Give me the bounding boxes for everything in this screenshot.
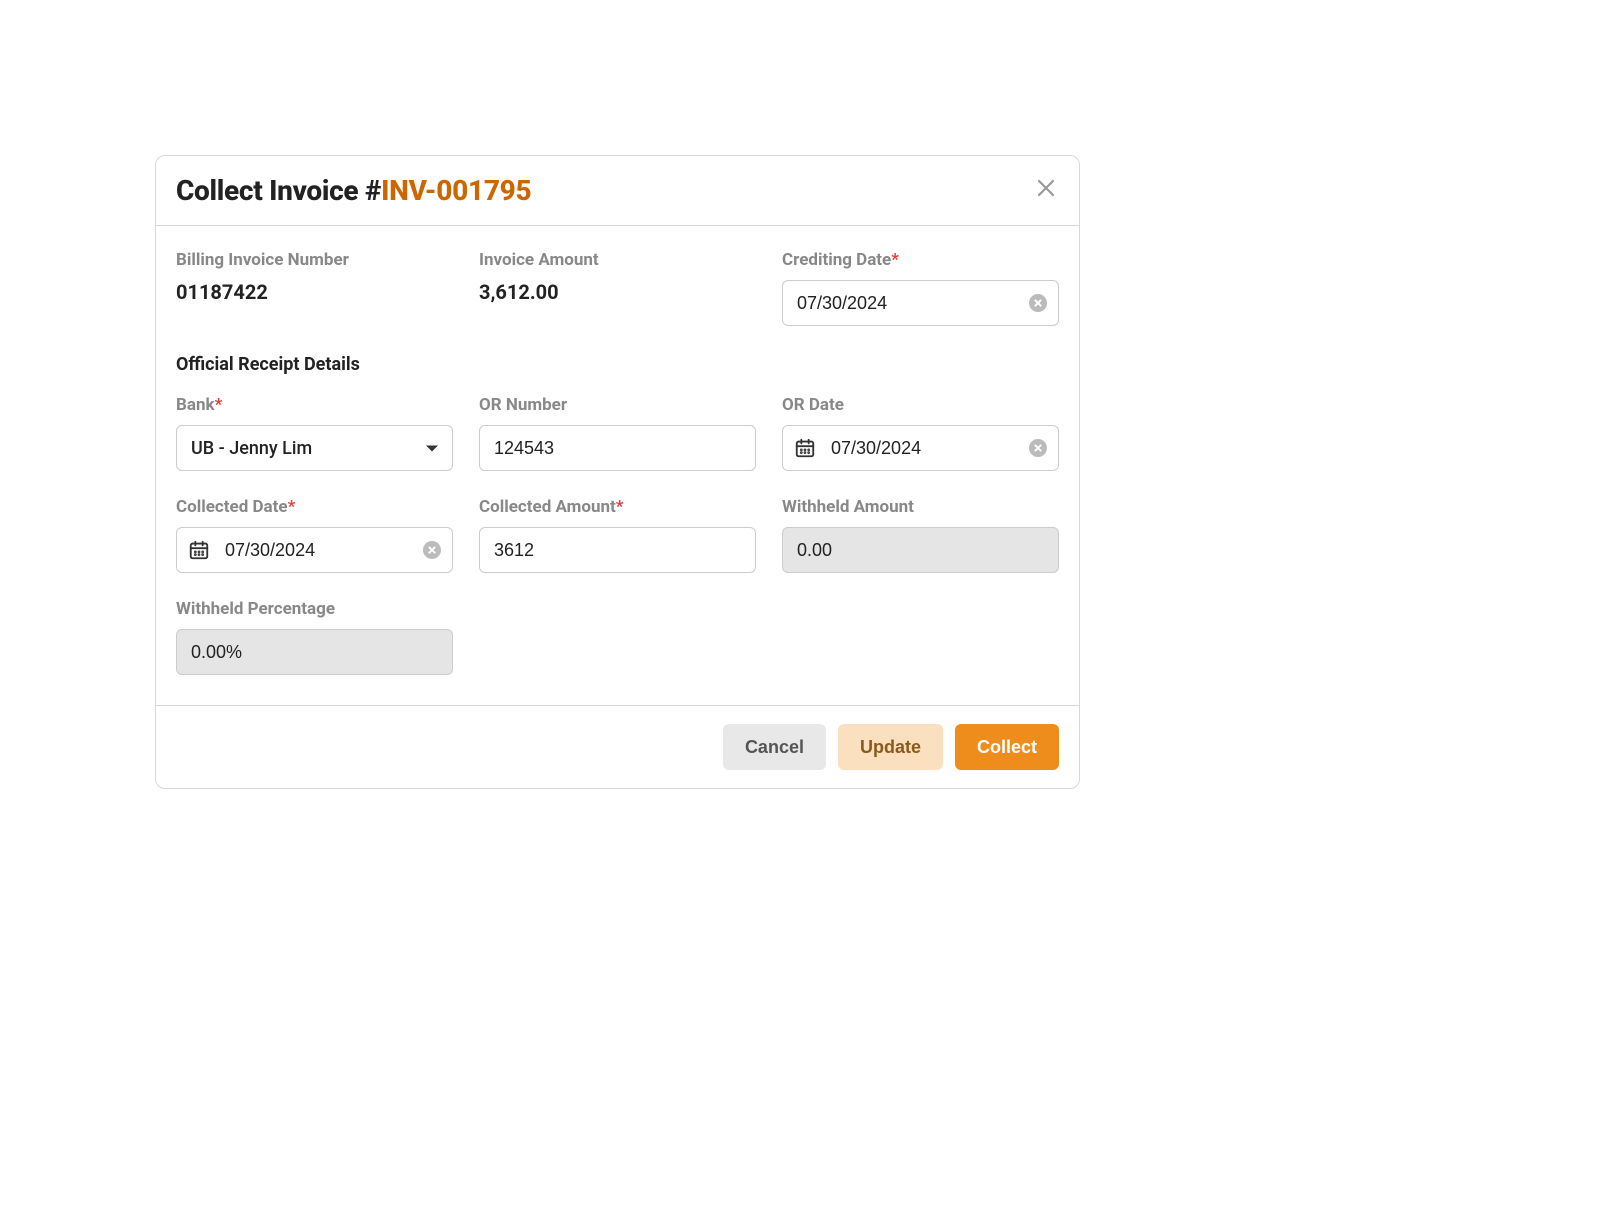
bank-select[interactable]: UB - Jenny Lim [176,425,453,471]
withheld-percentage-wrapper [176,629,453,675]
close-icon [1037,178,1055,203]
modal-header: Collect Invoice #INV-001795 [156,156,1079,226]
collected-date-input[interactable] [176,527,453,573]
billing-invoice-number-value: 01187422 [176,280,453,304]
collected-date-wrapper [176,527,453,573]
collected-date-label: Collected Date* [176,497,453,517]
collected-date-group: Collected Date* [176,497,453,573]
withheld-percentage-group: Withheld Percentage [176,599,453,675]
bank-group: Bank* UB - Jenny Lim [176,395,453,471]
modal-body: Billing Invoice Number 01187422 Invoice … [156,226,1079,705]
crediting-date-clear-button[interactable] [1029,294,1047,312]
invoice-amount-group: Invoice Amount 3,612.00 [479,250,756,326]
cancel-button[interactable]: Cancel [723,724,826,770]
collected-date-clear-button[interactable] [423,541,441,559]
billing-invoice-number-label: Billing Invoice Number [176,250,453,270]
or-number-label: OR Number [479,395,756,415]
or-date-label: OR Date [782,395,1059,415]
or-date-group: OR Date [782,395,1059,471]
bank-label: Bank* [176,395,453,415]
collect-invoice-modal: Collect Invoice #INV-001795 Billing Invo… [155,155,1080,789]
or-date-clear-button[interactable] [1029,439,1047,457]
or-date-wrapper [782,425,1059,471]
withheld-percentage-label: Withheld Percentage [176,599,453,619]
withheld-percentage-input [176,629,453,675]
form-grid: Billing Invoice Number 01187422 Invoice … [176,250,1059,675]
withheld-amount-input [782,527,1059,573]
withheld-amount-wrapper [782,527,1059,573]
invoice-id: INV-001795 [381,174,531,207]
invoice-amount-label: Invoice Amount [479,250,756,270]
collected-amount-input[interactable] [479,527,756,573]
billing-invoice-number-group: Billing Invoice Number 01187422 [176,250,453,326]
close-button[interactable] [1033,175,1059,206]
clear-icon [423,541,441,559]
crediting-date-input[interactable] [782,280,1059,326]
bank-select-wrapper: UB - Jenny Lim [176,425,453,471]
required-asterisk: * [288,497,296,517]
required-asterisk: * [215,395,223,415]
or-number-input[interactable] [479,425,756,471]
title-prefix: Collect Invoice # [176,174,381,207]
required-asterisk: * [616,497,624,517]
withheld-amount-group: Withheld Amount [782,497,1059,573]
or-date-input[interactable] [782,425,1059,471]
collected-amount-label: Collected Amount* [479,497,756,517]
collected-amount-group: Collected Amount* [479,497,756,573]
or-number-wrapper [479,425,756,471]
clear-icon [1029,294,1047,312]
invoice-amount-value: 3,612.00 [479,280,756,304]
required-asterisk: * [891,250,899,270]
official-receipt-details-title: Official Receipt Details [176,354,1059,375]
modal-footer: Cancel Update Collect [156,705,1079,788]
collected-amount-wrapper [479,527,756,573]
or-number-group: OR Number [479,395,756,471]
crediting-date-wrapper [782,280,1059,326]
modal-title: Collect Invoice #INV-001795 [176,174,531,207]
clear-icon [1029,439,1047,457]
update-button[interactable]: Update [838,724,943,770]
withheld-amount-label: Withheld Amount [782,497,1059,517]
crediting-date-group: Crediting Date* [782,250,1059,326]
crediting-date-label: Crediting Date* [782,250,1059,270]
bank-select-value: UB - Jenny Lim [191,438,312,459]
collect-button[interactable]: Collect [955,724,1059,770]
